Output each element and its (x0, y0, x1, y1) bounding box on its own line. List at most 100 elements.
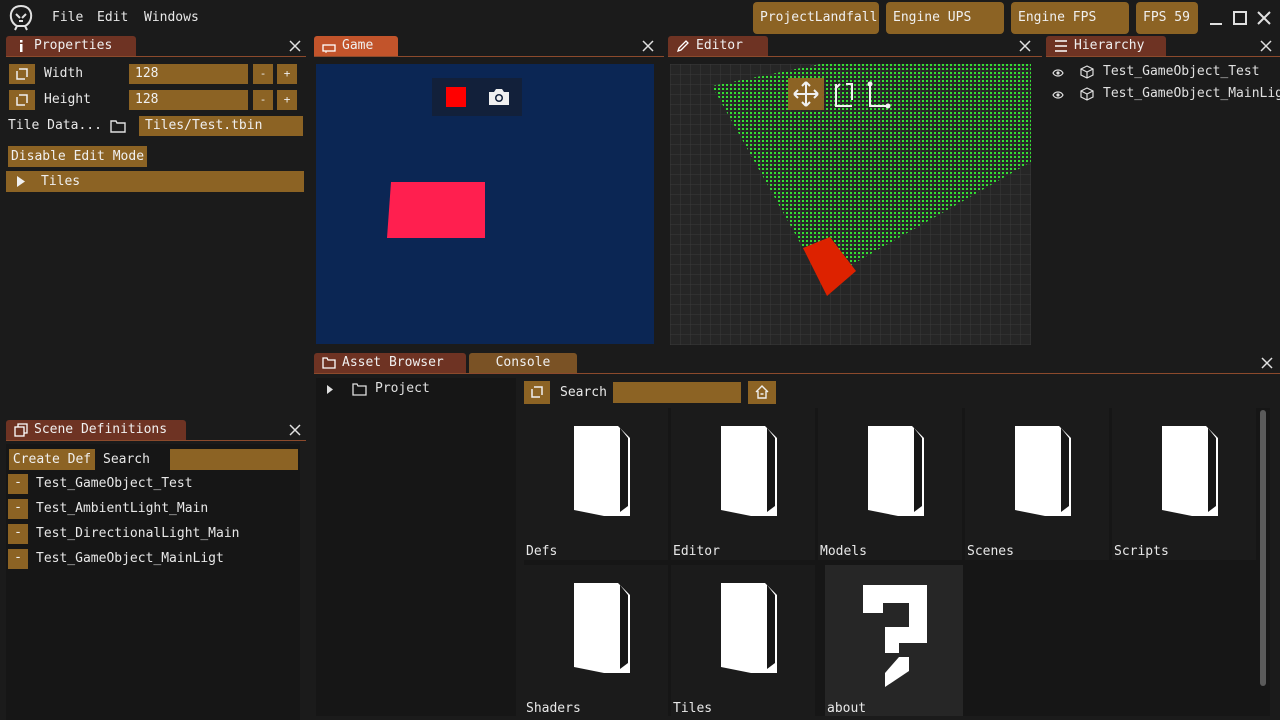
width-label: Width (44, 66, 84, 81)
asset-tile[interactable]: Editor (671, 408, 815, 560)
tab-hierarchy-label: Hierarchy (1074, 38, 1145, 53)
scene-defs-search-input[interactable] (170, 449, 298, 470)
menu-windows[interactable]: Windows (144, 9, 199, 27)
close-icon[interactable] (288, 39, 302, 53)
folder-icon (352, 383, 367, 396)
height-toggle-button[interactable] (9, 90, 35, 110)
tiles-label: Tiles (41, 174, 81, 189)
folder-icon[interactable] (110, 119, 126, 133)
remove-def-button[interactable]: - (8, 499, 28, 519)
search-label: Search (103, 452, 150, 467)
asset-scrollbar[interactable] (1260, 410, 1266, 686)
stop-icon[interactable] (446, 87, 466, 107)
scene-def-label[interactable]: Test_GameObject_MainLigt (36, 549, 224, 569)
asset-tile[interactable]: Scenes (965, 408, 1109, 560)
folder-icon (574, 426, 630, 516)
eye-icon[interactable] (1052, 68, 1064, 78)
tab-console[interactable]: Console (469, 353, 577, 373)
menu-edit[interactable]: Edit (97, 9, 128, 27)
expand-arrow-icon[interactable] (326, 385, 334, 394)
scene-def-label[interactable]: Test_GameObject_Test (36, 474, 193, 494)
tab-underline (314, 373, 1280, 374)
asset-label: Tiles (673, 701, 713, 716)
asset-tile[interactable]: Scripts (1112, 408, 1256, 560)
tab-underline (1046, 56, 1280, 57)
width-decrement-button[interactable]: - (253, 64, 273, 84)
close-icon[interactable] (288, 423, 302, 437)
folder-icon (1015, 426, 1071, 516)
height-label: Height (44, 92, 91, 107)
tab-asset-browser[interactable]: Asset Browser (314, 353, 466, 373)
folder-icon (574, 583, 630, 673)
asset-search-input[interactable] (613, 382, 741, 403)
tab-properties[interactable]: Properties (6, 36, 136, 56)
tab-properties-label: Properties (34, 38, 113, 53)
game-viewport[interactable] (316, 64, 654, 344)
tab-scene-definitions[interactable]: Scene Definitions (6, 420, 186, 440)
disable-edit-mode-button[interactable]: Disable Edit Mode (8, 146, 147, 167)
game-toolbar (432, 78, 522, 116)
hierarchy-item-label: Test_GameObject_Test (1103, 64, 1260, 79)
remove-def-button[interactable]: - (8, 524, 28, 544)
width-toggle-button[interactable] (9, 64, 35, 84)
camera-icon[interactable] (488, 88, 510, 106)
menu-file[interactable]: File (52, 9, 83, 27)
asset-tile[interactable]: about (825, 565, 963, 716)
tiledata-input[interactable]: Tiles/Test.tbin (139, 116, 303, 136)
editor-panel: Editor (664, 36, 1042, 352)
width-input[interactable]: 128 (129, 64, 248, 84)
close-icon[interactable] (1260, 356, 1274, 370)
close-icon[interactable] (1259, 39, 1273, 53)
window-icon (14, 423, 28, 437)
expand-arrow-icon (17, 176, 25, 187)
asset-tile[interactable]: Models (818, 408, 962, 560)
close-icon[interactable] (641, 39, 655, 53)
tab-underline (668, 56, 1042, 57)
height-input[interactable]: 128 (129, 90, 248, 110)
asset-browser-panel: Asset Browser Console Project Search Def… (310, 352, 1280, 720)
tab-underline (6, 56, 306, 57)
gamepad-icon (322, 44, 336, 53)
tab-game[interactable]: Game (314, 36, 398, 56)
hierarchy-item[interactable]: Test_GameObject_Test (1042, 62, 1280, 84)
create-def-button[interactable]: Create Def (9, 449, 95, 470)
asset-label: Scripts (1114, 544, 1169, 559)
height-decrement-button[interactable]: - (253, 90, 273, 110)
asset-grid: Defs Editor Models Scenes Scripts Shader… (524, 408, 1270, 716)
remove-def-button[interactable]: - (8, 474, 28, 494)
editor-viewport[interactable] (670, 64, 1031, 345)
menubar: File Edit Windows ProjectLandfall Engine… (0, 0, 1280, 57)
hierarchy-item[interactable]: Test_GameObject_MainLig (1042, 84, 1280, 106)
folder-icon (1162, 426, 1218, 516)
scene-def-label[interactable]: Test_DirectionalLight_Main (36, 524, 240, 544)
folder-icon (721, 583, 777, 673)
engine-ups-badge: Engine UPS 804 (886, 2, 1004, 57)
scene-def-label[interactable]: Test_AmbientLight_Main (36, 499, 208, 519)
tab-editor[interactable]: Editor (668, 36, 768, 56)
close-window-icon[interactable] (1254, 8, 1274, 28)
asset-label: Shaders (526, 701, 581, 716)
maximize-icon[interactable] (1230, 8, 1250, 28)
height-increment-button[interactable]: + (277, 90, 297, 110)
close-icon[interactable] (1018, 39, 1032, 53)
tiles-tree-node[interactable]: Tiles (6, 171, 304, 192)
home-button[interactable] (748, 381, 776, 404)
scene-definitions-panel: Scene Definitions Create Def Search - Te… (0, 420, 310, 720)
asset-label: Scenes (967, 544, 1014, 559)
eye-icon[interactable] (1052, 90, 1064, 100)
tree-root-label[interactable]: Project (375, 380, 430, 398)
asset-toggle-button[interactable] (524, 381, 550, 404)
asset-label: about (827, 701, 867, 716)
pencil-icon (676, 40, 689, 53)
tab-game-label: Game (342, 38, 374, 53)
asset-tile[interactable]: Defs (524, 408, 668, 560)
tab-hierarchy[interactable]: Hierarchy (1046, 36, 1166, 56)
cube-icon (1080, 87, 1094, 101)
asset-label: Defs (526, 544, 558, 559)
width-increment-button[interactable]: + (277, 64, 297, 84)
remove-def-button[interactable]: - (8, 549, 28, 569)
minimize-icon[interactable] (1206, 8, 1226, 28)
engine-fps-badge: Engine FPS 180 (1011, 2, 1129, 57)
asset-tile[interactable]: Shaders (524, 565, 668, 716)
asset-tile[interactable]: Tiles (671, 565, 815, 716)
